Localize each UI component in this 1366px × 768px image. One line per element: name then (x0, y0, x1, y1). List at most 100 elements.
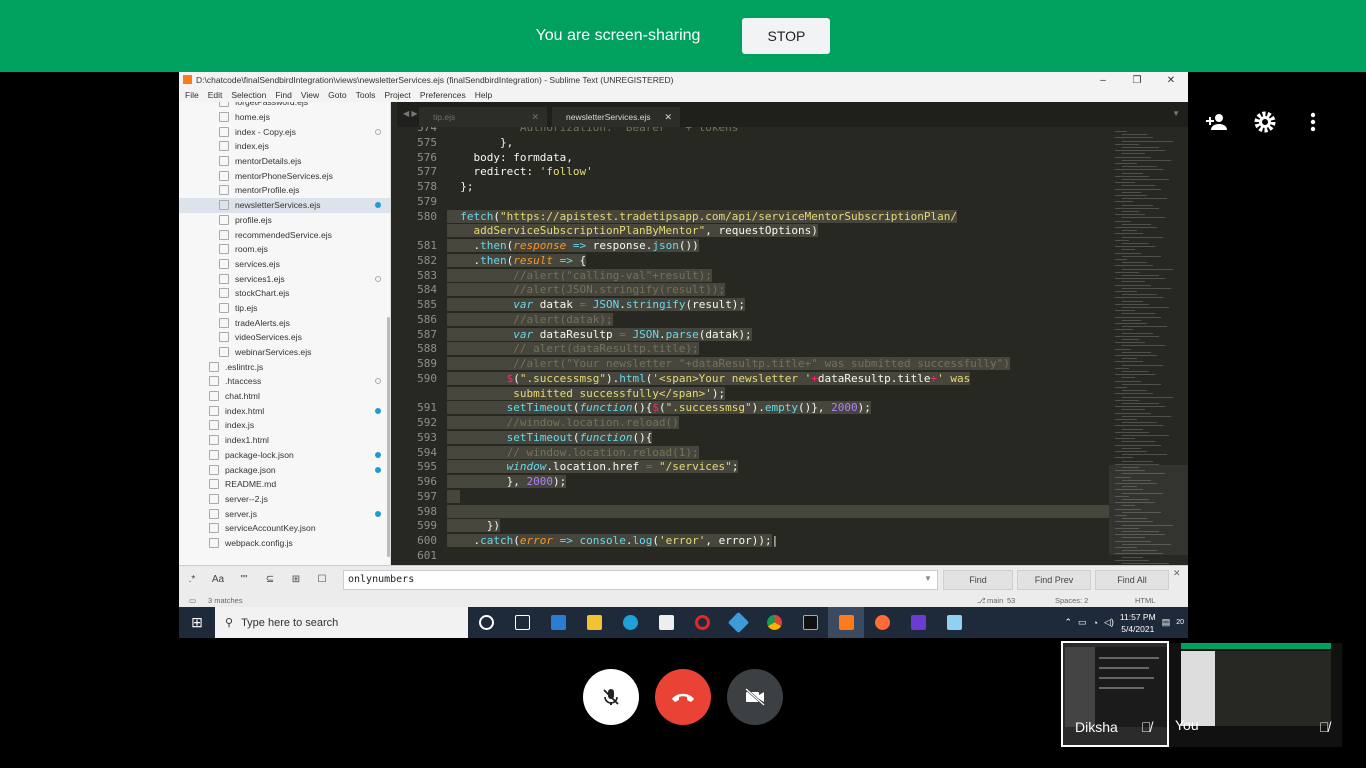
windows-start-icon[interactable]: ⊞ (179, 614, 215, 631)
sidebar-file-item[interactable]: services1.ejs (179, 271, 390, 286)
participant-tile-diksha[interactable]: Diksha 🎙̸ (1061, 641, 1169, 747)
sidebar-file-item[interactable]: serviceAccountKey.json (179, 521, 390, 536)
sidebar-file-item[interactable]: mentorDetails.ejs (179, 154, 390, 169)
minimize-button[interactable]: – (1086, 75, 1120, 86)
sidebar-file-item[interactable]: index - Copy.ejs (179, 124, 390, 139)
sidebar-file-item[interactable]: package.json (179, 462, 390, 477)
case-toggle[interactable]: Aa (205, 574, 231, 585)
whole-word-toggle[interactable]: "" (231, 574, 257, 585)
sidebar-file-item[interactable]: .eslintrc.js (179, 359, 390, 374)
opera-icon[interactable] (684, 607, 720, 638)
more-options-icon[interactable] (1301, 112, 1325, 138)
sidebar-file-item[interactable]: newsletterServices.ejs (179, 197, 390, 213)
sidebar-file-item[interactable]: webpack.config.js (179, 536, 390, 551)
sidebar-file-item[interactable]: forgetPassword.ejs (179, 102, 390, 110)
sidebar-file-item[interactable]: tip.ejs (179, 301, 390, 316)
menu-help[interactable]: Help (475, 90, 492, 100)
sidebar-file-item[interactable]: server--2.js (179, 492, 390, 507)
sidebar-file-item[interactable]: videoServices.ejs (179, 330, 390, 345)
sidebar-file-item[interactable]: recommendedService.ejs (179, 227, 390, 242)
find-all-button[interactable]: Find All (1095, 570, 1169, 590)
sidebar-file-item[interactable]: index.html (179, 403, 390, 418)
git-branch[interactable]: main (987, 596, 1003, 605)
menu-preferences[interactable]: Preferences (420, 90, 466, 100)
indentation[interactable]: Spaces: 2 (1055, 596, 1088, 605)
tab-nav-arrows-icon[interactable]: ◀ ▶ (403, 109, 418, 118)
notification-icon[interactable]: ▤ (1162, 617, 1171, 628)
menu-find[interactable]: Find (275, 90, 292, 100)
end-call-button[interactable] (655, 669, 711, 725)
task-view-icon[interactable] (504, 607, 540, 638)
syntax[interactable]: HTML (1135, 596, 1155, 605)
git-icon[interactable] (720, 607, 756, 638)
terminal-icon[interactable] (792, 607, 828, 638)
cortana-icon[interactable] (468, 607, 504, 638)
menu-goto[interactable]: Goto (328, 90, 346, 100)
find-input[interactable]: onlynumbers (343, 570, 938, 590)
menu-tools[interactable]: Tools (356, 90, 376, 100)
menu-edit[interactable]: Edit (208, 90, 223, 100)
store-icon[interactable] (648, 607, 684, 638)
minimap-viewport[interactable] (1109, 465, 1188, 555)
sidebar-file-item[interactable]: stockChart.ejs (179, 286, 390, 301)
add-person-icon[interactable] (1205, 112, 1229, 138)
sidebar-file-item[interactable]: chat.html (179, 389, 390, 404)
sidebar-file-item[interactable]: room.ejs (179, 242, 390, 257)
stop-sharing-button[interactable]: STOP (742, 18, 831, 54)
wrap-toggle[interactable]: ⊆ (257, 574, 283, 585)
wifi-icon[interactable]: ◔ (1093, 618, 1098, 628)
menu-file[interactable]: File (185, 90, 199, 100)
sidebar-file-item[interactable]: index.js (179, 418, 390, 433)
postman-icon[interactable] (864, 607, 900, 638)
gear-icon[interactable] (1253, 110, 1277, 140)
find-prev-button[interactable]: Find Prev (1017, 570, 1091, 590)
tab-dropdown-icon[interactable]: ▼ (1172, 109, 1180, 118)
regex-toggle[interactable]: .* (179, 574, 205, 585)
sidebar-file-item[interactable]: README.md (179, 477, 390, 492)
close-find-icon[interactable]: ✕ (1173, 568, 1181, 579)
restore-button[interactable]: ❐ (1120, 75, 1154, 86)
close-window-button[interactable]: ✕ (1154, 75, 1188, 86)
app-icon[interactable] (900, 607, 936, 638)
sidebar-file-item[interactable]: index.ejs (179, 139, 390, 154)
tab-newsletter-services[interactable]: newsletterServices.ejs ✕ (552, 107, 680, 127)
file-explorer-icon[interactable] (576, 607, 612, 638)
self-tile[interactable]: You 🎙̸ (1169, 643, 1342, 747)
sidebar-file-item[interactable]: server.js (179, 506, 390, 521)
sublime-text-icon[interactable] (828, 607, 864, 638)
tab-tip[interactable]: tip.ejs ✕ (419, 107, 547, 127)
sidebar-file-item[interactable]: tradeAlerts.ejs (179, 315, 390, 330)
taskbar-clock[interactable]: 11:57 PM 5/4/2021 (1120, 611, 1156, 635)
sidebar-file-item[interactable]: index1.html (179, 433, 390, 448)
sidebar-file-item[interactable]: .htaccess (179, 374, 390, 389)
mail-icon[interactable] (540, 607, 576, 638)
chrome-icon[interactable] (756, 607, 792, 638)
find-history-icon[interactable]: ▼ (924, 574, 932, 583)
close-icon[interactable]: ✕ (664, 112, 672, 123)
volume-icon[interactable]: ◁) (1104, 617, 1114, 628)
sidebar-file-item[interactable]: mentorPhoneServices.ejs (179, 168, 390, 183)
sidebar-file-item[interactable]: services.ejs (179, 257, 390, 272)
panel-icon[interactable]: ▭ (189, 596, 196, 605)
highlight-toggle[interactable]: ☐ (309, 574, 335, 585)
sidebar-file-item[interactable]: profile.ejs (179, 213, 390, 228)
in-selection-toggle[interactable]: ⊞ (283, 574, 309, 585)
menu-selection[interactable]: Selection (231, 90, 266, 100)
chevron-up-icon[interactable]: ⌃ (1065, 617, 1073, 628)
camera-off-button[interactable] (727, 669, 783, 725)
battery-icon[interactable]: ▭ (1078, 617, 1087, 628)
notepad-icon[interactable] (936, 607, 972, 638)
minimap[interactable] (1109, 127, 1188, 632)
sidebar-file-item[interactable]: mentorProfile.ejs (179, 183, 390, 198)
find-button[interactable]: Find (943, 570, 1013, 590)
edge-icon[interactable] (612, 607, 648, 638)
menu-view[interactable]: View (301, 90, 319, 100)
code-editor[interactable]: 574 575 576 577 578 579 580 581 582 583 584 585 586 5… (397, 127, 1109, 632)
mute-mic-button[interactable] (583, 669, 639, 725)
close-icon[interactable]: ✕ (531, 112, 539, 123)
sidebar-file-item[interactable]: package-lock.json (179, 448, 390, 463)
taskbar-search[interactable]: ⚲ Type here to search (215, 607, 468, 638)
sidebar-scrollbar[interactable] (387, 317, 390, 557)
menu-project[interactable]: Project (384, 90, 410, 100)
sidebar-file-item[interactable]: home.ejs (179, 110, 390, 125)
